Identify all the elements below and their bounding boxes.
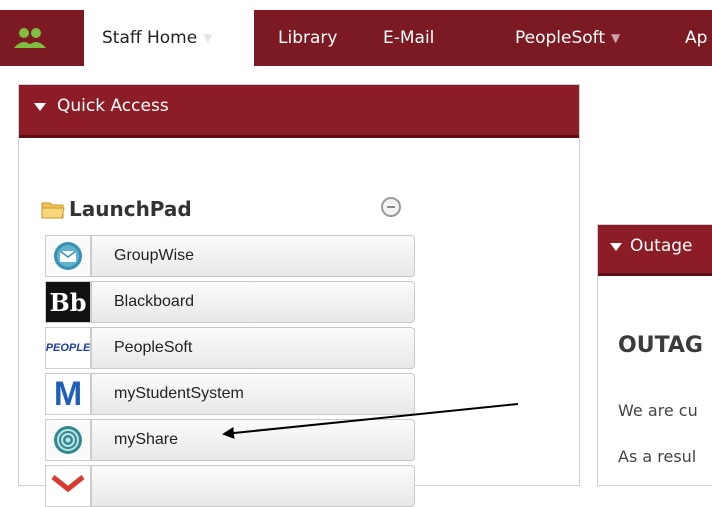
myshare-icon: [45, 419, 91, 461]
panel-title: Outage: [630, 236, 693, 256]
launchpad-item-label: Blackboard: [91, 281, 415, 323]
mystudentsystem-icon: M: [45, 373, 91, 415]
panel-title: Quick Access: [57, 96, 169, 116]
launchpad-item-gmail[interactable]: [45, 465, 415, 507]
launchpad-item-label: GroupWise: [91, 235, 415, 277]
tab-label: PeopleSoft: [515, 28, 606, 48]
quick-access-panel: Quick Access LaunchPad GroupWise Bb Blac…: [18, 84, 580, 507]
peoplesoft-icon: PEOPLE: [45, 327, 91, 369]
launchpad-item-groupwise[interactable]: GroupWise: [45, 235, 415, 277]
dropdown-arrow-icon: ▼: [203, 31, 213, 45]
folder-icon: [41, 202, 65, 219]
blackboard-icon: Bb: [45, 281, 91, 323]
peoplesoft-logo-text: PEOPLE: [45, 342, 91, 354]
launchpad-item-label: [91, 465, 415, 507]
tab-label: E-Mail: [383, 28, 435, 48]
tab-peoplesoft[interactable]: PeopleSoft ▼: [515, 10, 665, 66]
launchpad-item-label: myStudentSystem: [91, 373, 415, 415]
caret-down-icon: [610, 243, 622, 251]
caret-down-icon: [34, 103, 46, 111]
collapse-icon[interactable]: [381, 197, 401, 217]
launchpad-item-label: PeopleSoft: [91, 327, 415, 369]
outage-text: We are cu: [618, 401, 698, 420]
outage-panel: Outage OUTAG We are cu As a resul: [597, 224, 712, 486]
tab-label: Library: [278, 28, 338, 48]
launchpad-item-mystudentsystem[interactable]: M myStudentSystem: [45, 373, 415, 415]
gmail-icon: [45, 465, 91, 507]
outage-text: As a resul: [618, 447, 697, 466]
launchpad-item-label: myShare: [91, 419, 415, 461]
groupwise-icon: [45, 235, 91, 277]
outage-header[interactable]: Outage: [598, 225, 712, 276]
tab-library[interactable]: Library: [258, 10, 358, 66]
outage-heading: OUTAG: [618, 333, 703, 358]
tab-apps[interactable]: Ap: [685, 10, 712, 66]
tab-email[interactable]: E-Mail: [383, 10, 473, 66]
tab-label: Ap: [685, 28, 708, 48]
tab-label: Staff Home: [102, 28, 198, 48]
blackboard-logo-text: Bb: [49, 287, 87, 317]
launchpad-item-blackboard[interactable]: Bb Blackboard: [45, 281, 415, 323]
users-icon[interactable]: [12, 26, 48, 50]
launchpad-title: LaunchPad: [69, 197, 192, 221]
launchpad-item-peoplesoft[interactable]: PEOPLE PeopleSoft: [45, 327, 415, 369]
quick-access-header[interactable]: Quick Access: [19, 85, 579, 138]
mystudentsystem-logo-text: M: [53, 374, 83, 413]
launchpad-item-myshare[interactable]: myShare: [45, 419, 415, 461]
top-nav-bar: Staff Home ▼ Library E-Mail PeopleSoft ▼ A…: [0, 10, 712, 66]
tab-staff-home[interactable]: Staff Home ▼: [84, 10, 254, 66]
dropdown-arrow-icon: ▼: [611, 31, 621, 45]
